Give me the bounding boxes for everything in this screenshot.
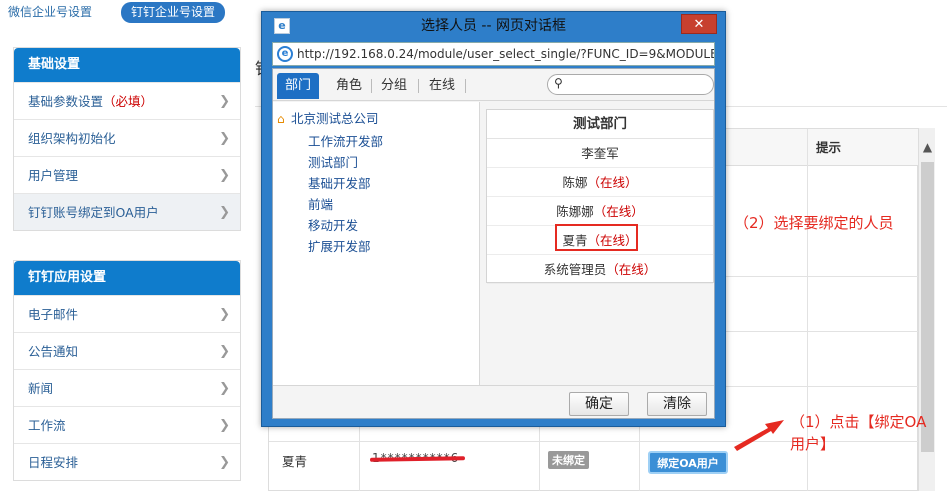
select-user-dialog: e 选择人员 -- 网页对话框 ✕ e http://192.168.0.24/… xyxy=(261,11,726,427)
url-text: http://192.168.0.24/module/user_select_s… xyxy=(297,47,715,61)
highlight-box xyxy=(555,224,638,251)
user-name: 李奎军 xyxy=(581,146,619,161)
online-status: （在线） xyxy=(587,175,638,190)
user-list-item[interactable]: 李奎军 xyxy=(487,139,713,168)
divider xyxy=(418,79,419,93)
ok-button[interactable]: 确定 xyxy=(569,392,629,416)
tab-online[interactable]: 在线 xyxy=(429,75,455,97)
user-list-title: 测试部门 xyxy=(487,110,713,139)
department-tree: ⌂ 北京测试总公司 工作流开发部 测试部门 基础开发部 前端 移动开发 扩展开发部 xyxy=(273,102,480,385)
dialog-tabs: 部门 角色 分组 在线 ⚲ xyxy=(273,69,714,101)
user-list-item[interactable]: 陈娜（在线） xyxy=(487,168,713,197)
house-icon: ⌂ xyxy=(277,112,285,126)
user-name: 陈娜娜 xyxy=(556,204,594,219)
user-list-item[interactable]: 陈娜娜（在线） xyxy=(487,197,713,226)
online-status: （在线） xyxy=(593,204,644,219)
dialog-title: 选择人员 -- 网页对话框 xyxy=(420,18,566,34)
tab-group[interactable]: 分组 xyxy=(381,75,407,97)
tree-root[interactable]: ⌂ 北京测试总公司 xyxy=(277,108,379,127)
tab-role[interactable]: 角色 xyxy=(336,75,362,97)
user-name: 陈娜 xyxy=(562,175,588,190)
online-status: （在线） xyxy=(606,262,657,277)
search-icon: ⚲ xyxy=(554,76,563,90)
tree-node[interactable]: 扩展开发部 xyxy=(308,236,371,255)
tree-root-label: 北京测试总公司 xyxy=(291,111,379,126)
ie-icon: e xyxy=(277,46,293,62)
tree-node[interactable]: 前端 xyxy=(308,194,333,213)
clear-button[interactable]: 清除 xyxy=(647,392,707,416)
search-input[interactable]: ⚲ xyxy=(547,74,714,95)
divider xyxy=(465,79,466,93)
user-list: 测试部门 李奎军 陈娜（在线） 陈娜娜（在线） 夏青（在线） 系统管理员（在线） xyxy=(486,109,714,284)
user-list-item[interactable]: 系统管理员（在线） xyxy=(487,255,713,284)
user-name: 系统管理员 xyxy=(543,262,607,277)
divider xyxy=(371,79,372,93)
dialog-body: 部门 角色 分组 在线 ⚲ ⌂ 北京测试总公司 工作流开发部 测试部门 基础开发部… xyxy=(272,68,715,419)
close-button[interactable]: ✕ xyxy=(681,14,717,34)
tree-node[interactable]: 工作流开发部 xyxy=(308,131,383,150)
annotation-step1: （1）点击【绑定OA用户】 xyxy=(790,413,927,453)
annotation-step2: （2）选择要绑定的人员 xyxy=(734,214,894,232)
dialog-footer: 确定 清除 xyxy=(273,385,714,418)
tab-department[interactable]: 部门 xyxy=(277,73,320,99)
tree-node[interactable]: 基础开发部 xyxy=(308,173,371,192)
address-bar: e http://192.168.0.24/module/user_select… xyxy=(272,42,715,66)
tree-node[interactable]: 测试部门 xyxy=(308,152,358,171)
arrow-step1 xyxy=(734,420,784,451)
tree-node[interactable]: 移动开发 xyxy=(308,215,358,234)
